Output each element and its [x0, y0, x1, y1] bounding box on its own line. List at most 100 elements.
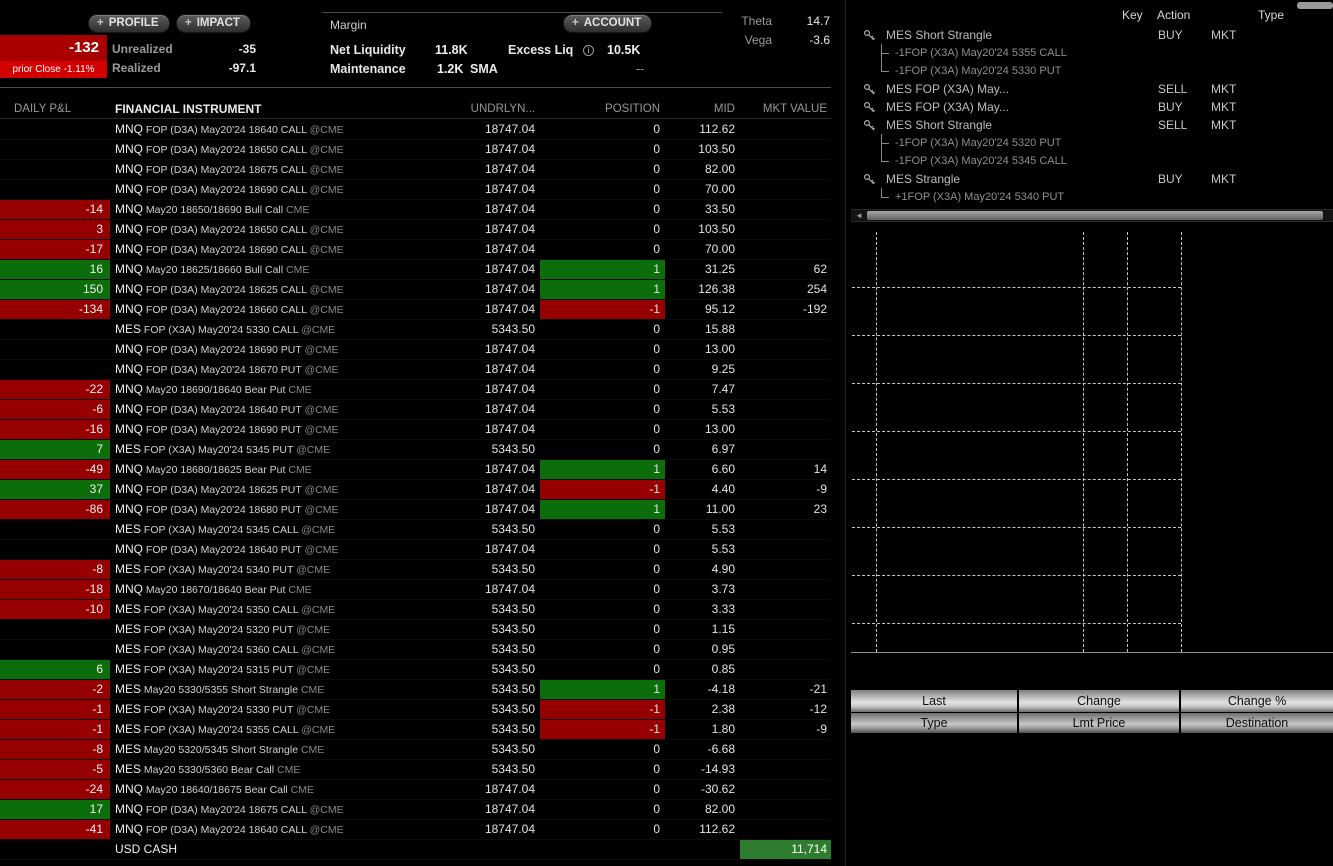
table-row[interactable]: MES FOP (X3A) May20'24 5330 CALL @CME 534…	[0, 320, 831, 340]
mkt-value-cell: 23	[740, 500, 831, 520]
instrument-cell: MNQ FOP (D3A) May20'24 18675 CALL @CME	[110, 800, 450, 820]
trading-workstation: + PROFILE + IMPACT + ACCOUNT Margin -132 pr…	[0, 0, 1333, 866]
instrument-detail: FOP (D3A) May20'24 18690 PUT	[143, 424, 302, 436]
column-header-mkt-value[interactable]: MKT VALUE	[740, 100, 831, 118]
quote-header-row-1: Last Change Change %	[851, 690, 1333, 712]
order-leg-row[interactable]: +1FOP (X3A) May20'24 5340 PUT	[851, 188, 1333, 206]
instrument-detail: May20 18640/18675 Bear Call	[143, 784, 288, 796]
table-row[interactable]: MNQ FOP (D3A) May20'24 18690 PUT @CME 187…	[0, 340, 831, 360]
table-row[interactable]: -1 MES FOP (X3A) May20'24 5330 PUT @CME 53…	[0, 700, 831, 720]
order-row[interactable]: MES Strangle BUY MKT	[851, 170, 1333, 188]
orders-column-type[interactable]: Type	[1258, 8, 1284, 22]
key-icon[interactable]	[863, 83, 876, 96]
cash-row[interactable]: USD CASH 11,714	[0, 840, 831, 860]
cash-label: USD CASH	[110, 840, 450, 860]
table-row[interactable]: MNQ FOP (D3A) May20'24 18640 CALL @CME 18…	[0, 120, 831, 140]
daily-pnl-cell: -14	[0, 200, 110, 220]
table-row[interactable]: -18 MNQ May20 18670/18640 Bear Put CME 187…	[0, 580, 831, 600]
table-row[interactable]: -2 MES May20 5330/5355 Short Strangle CME…	[0, 680, 831, 700]
table-row[interactable]: MES FOP (X3A) May20'24 5345 CALL @CME 534…	[0, 520, 831, 540]
key-icon[interactable]	[863, 173, 876, 186]
table-row[interactable]: -16 MNQ FOP (D3A) May20'24 18690 PUT @CME…	[0, 420, 831, 440]
instrument-detail: May20 18670/18640 Bear Put	[143, 584, 286, 596]
column-header-underlying[interactable]: UNDRLYN...	[450, 100, 540, 118]
order-row[interactable]: MES FOP (X3A) May... SELL MKT	[851, 80, 1333, 98]
daily-pnl-cell	[0, 640, 110, 660]
order-leg-row[interactable]: -1FOP (X3A) May20'24 5345 CALL	[851, 152, 1333, 170]
daily-pnl-cell: -134	[0, 300, 110, 320]
account-button[interactable]: + ACCOUNT	[563, 14, 653, 33]
table-row[interactable]: 150 MNQ FOP (D3A) May20'24 18625 CALL @CM…	[0, 280, 831, 300]
instrument-venue: CME	[283, 204, 310, 216]
scrollbar-thumb[interactable]	[867, 211, 1323, 220]
chart-gridline	[852, 431, 1181, 432]
instrument-detail: FOP (D3A) May20'24 18625 CALL	[143, 284, 307, 296]
order-row[interactable]: MES Short Strangle SELL MKT	[851, 116, 1333, 134]
mid-cell: 13.00	[665, 340, 740, 360]
mkt-value-cell: -9	[740, 720, 831, 740]
key-icon[interactable]	[863, 101, 876, 114]
table-row[interactable]: -14 MNQ May20 18650/18690 Bull Call CME 18…	[0, 200, 831, 220]
position-cell: 0	[540, 340, 665, 360]
daily-pnl-summary: -132	[0, 35, 107, 61]
position-cell: 0	[540, 220, 665, 240]
column-header-instrument[interactable]: FINANCIAL INSTRUMENT	[110, 100, 450, 118]
instrument-venue: @CME	[301, 344, 339, 356]
table-row[interactable]: -22 MNQ May20 18690/18640 Bear Put CME 187…	[0, 380, 831, 400]
table-row[interactable]: MNQ FOP (D3A) May20'24 18670 PUT @CME 187…	[0, 360, 831, 380]
instrument-cell: MNQ FOP (D3A) May20'24 18670 PUT @CME	[110, 360, 450, 380]
table-row[interactable]: MNQ FOP (D3A) May20'24 18675 CALL @CME 18…	[0, 160, 831, 180]
profile-button[interactable]: + PROFILE	[88, 14, 170, 33]
table-row[interactable]: 16 MNQ May20 18625/18660 Bull Call CME 187…	[0, 260, 831, 280]
orders-column-action[interactable]: Action	[1157, 8, 1190, 22]
table-row[interactable]: -49 MNQ May20 18680/18625 Bear Put CME 187…	[0, 460, 831, 480]
key-icon[interactable]	[863, 29, 876, 42]
mkt-value-cell	[740, 780, 831, 800]
plus-icon: +	[185, 17, 192, 29]
table-row[interactable]: -5 MES May20 5330/5360 Bear Call CME 5343.…	[0, 760, 831, 780]
impact-button[interactable]: + IMPACT	[176, 14, 251, 33]
daily-pnl-cell	[0, 540, 110, 560]
table-row[interactable]: -17 MNQ FOP (D3A) May20'24 18690 CALL @CM…	[0, 240, 831, 260]
order-leg-row[interactable]: -1FOP (X3A) May20'24 5355 CALL	[851, 44, 1333, 62]
table-row[interactable]: 37 MNQ FOP (D3A) May20'24 18625 PUT @CME 1…	[0, 480, 831, 500]
instrument-symbol: MNQ	[115, 282, 143, 296]
order-row[interactable]: MES FOP (X3A) May... BUY MKT	[851, 98, 1333, 116]
order-row[interactable]: MES Short Strangle BUY MKT	[851, 26, 1333, 44]
table-row[interactable]: MES FOP (X3A) May20'24 5360 CALL @CME 534…	[0, 640, 831, 660]
instrument-detail: FOP (X3A) May20'24 5345 PUT	[141, 444, 294, 456]
table-row[interactable]: 7 MES FOP (X3A) May20'24 5345 PUT @CME 534…	[0, 440, 831, 460]
order-leg-row[interactable]: -1FOP (X3A) May20'24 5320 PUT	[851, 134, 1333, 152]
column-header-position[interactable]: POSITION	[540, 100, 665, 118]
table-row[interactable]: -24 MNQ May20 18640/18675 Bear Call CME 18…	[0, 780, 831, 800]
table-row[interactable]: MNQ FOP (D3A) May20'24 18690 CALL @CME 18…	[0, 180, 831, 200]
table-row[interactable]: 17 MNQ FOP (D3A) May20'24 18675 CALL @CME…	[0, 800, 831, 820]
daily-pnl-cell: -8	[0, 560, 110, 580]
table-row[interactable]: -8 MES FOP (X3A) May20'24 5340 PUT @CME 53…	[0, 560, 831, 580]
table-row[interactable]: -8 MES May20 5320/5345 Short Strangle CME…	[0, 740, 831, 760]
table-row[interactable]: -134 MNQ FOP (D3A) May20'24 18660 CALL @C…	[0, 300, 831, 320]
table-row[interactable]: -1 MES FOP (X3A) May20'24 5355 CALL @CME 5…	[0, 720, 831, 740]
table-row[interactable]: MNQ FOP (D3A) May20'24 18640 PUT @CME 187…	[0, 540, 831, 560]
table-row[interactable]: 6 MES FOP (X3A) May20'24 5315 PUT @CME 534…	[0, 660, 831, 680]
key-icon[interactable]	[863, 119, 876, 132]
orders-scrollbar[interactable]: ◄	[851, 209, 1333, 222]
instrument-venue: @CME	[298, 644, 336, 656]
scroll-left-icon[interactable]: ◄	[853, 210, 865, 221]
order-action: SELL	[1158, 118, 1188, 132]
table-row[interactable]: -86 MNQ FOP (D3A) May20'24 18680 PUT @CME…	[0, 500, 831, 520]
order-leg-row[interactable]: -1FOP (X3A) May20'24 5330 PUT	[851, 62, 1333, 80]
instrument-symbol: MNQ	[115, 462, 143, 476]
column-header-mid[interactable]: MID	[665, 100, 740, 118]
table-row[interactable]: -41 MNQ FOP (D3A) May20'24 18640 CALL @CM…	[0, 820, 831, 840]
position-cell: 0	[540, 200, 665, 220]
table-row[interactable]: MNQ FOP (D3A) May20'24 18650 CALL @CME 18…	[0, 140, 831, 160]
table-row[interactable]: -10 MES FOP (X3A) May20'24 5350 CALL @CME…	[0, 600, 831, 620]
table-row[interactable]: 3 MNQ FOP (D3A) May20'24 18650 CALL @CME 1…	[0, 220, 831, 240]
table-row[interactable]: -6 MNQ FOP (D3A) May20'24 18640 PUT @CME 1…	[0, 400, 831, 420]
info-icon[interactable]: i	[583, 45, 594, 56]
scrollbar-thumb[interactable]	[1297, 2, 1333, 9]
orders-column-key[interactable]: Key	[1122, 8, 1143, 22]
column-header-daily-pnl[interactable]: DAILY P&L	[0, 100, 110, 118]
table-row[interactable]: MES FOP (X3A) May20'24 5320 PUT @CME 5343…	[0, 620, 831, 640]
